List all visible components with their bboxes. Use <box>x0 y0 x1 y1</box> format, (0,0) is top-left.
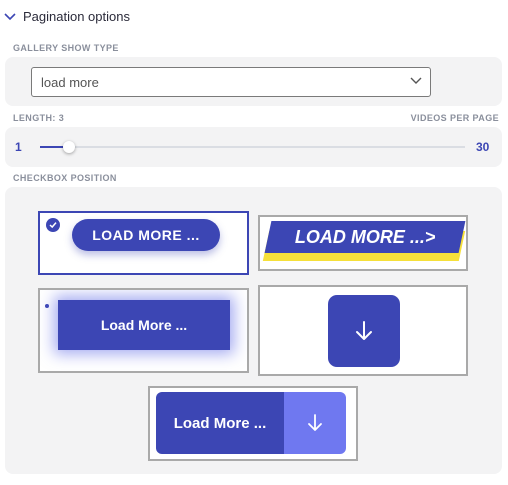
gallery-show-type-label: GALLERY SHOW TYPE <box>13 43 119 53</box>
pagination-options-toggle[interactable]: Pagination options <box>4 9 130 24</box>
checkbox-position-label: CHECKBOX POSITION <box>13 173 117 183</box>
load-more-icon-button-preview <box>328 295 400 367</box>
gallery-show-type-select[interactable]: load more <box>31 67 431 97</box>
load-more-button-preview: LOAD MORE ...> <box>264 221 466 253</box>
videos-per-page-label: VIDEOS PER PAGE <box>410 113 499 123</box>
chevron-down-icon <box>410 77 422 84</box>
arrow-segment <box>284 392 346 454</box>
load-more-split-button-preview: Load More ... <box>156 392 346 454</box>
button-style-option-1[interactable]: LOAD MORE ... <box>38 211 249 275</box>
arrow-down-icon <box>308 414 322 431</box>
button-style-option-4[interactable] <box>258 285 468 376</box>
radio-dot <box>45 304 49 308</box>
arrow-down-icon <box>356 321 372 340</box>
load-more-button-preview: Load More ... <box>58 300 230 350</box>
slider-min-value: 1 <box>15 140 22 154</box>
chevron-down-icon <box>4 12 16 20</box>
button-style-option-3[interactable]: Load More ... <box>38 288 249 373</box>
button-style-option-2[interactable]: LOAD MORE ...> <box>258 215 468 271</box>
gallery-show-type-value: load more <box>41 74 99 90</box>
load-more-label: Load More ... <box>156 392 284 454</box>
length-label: LENGTH: 3 <box>13 113 65 123</box>
check-icon <box>46 218 60 232</box>
load-more-button-preview: LOAD MORE ... <box>72 219 220 251</box>
slider-track[interactable] <box>40 146 465 148</box>
button-style-option-5[interactable]: Load More ... <box>148 386 358 461</box>
section-title: Pagination options <box>23 9 130 24</box>
slider-max-value: 30 <box>476 140 490 154</box>
